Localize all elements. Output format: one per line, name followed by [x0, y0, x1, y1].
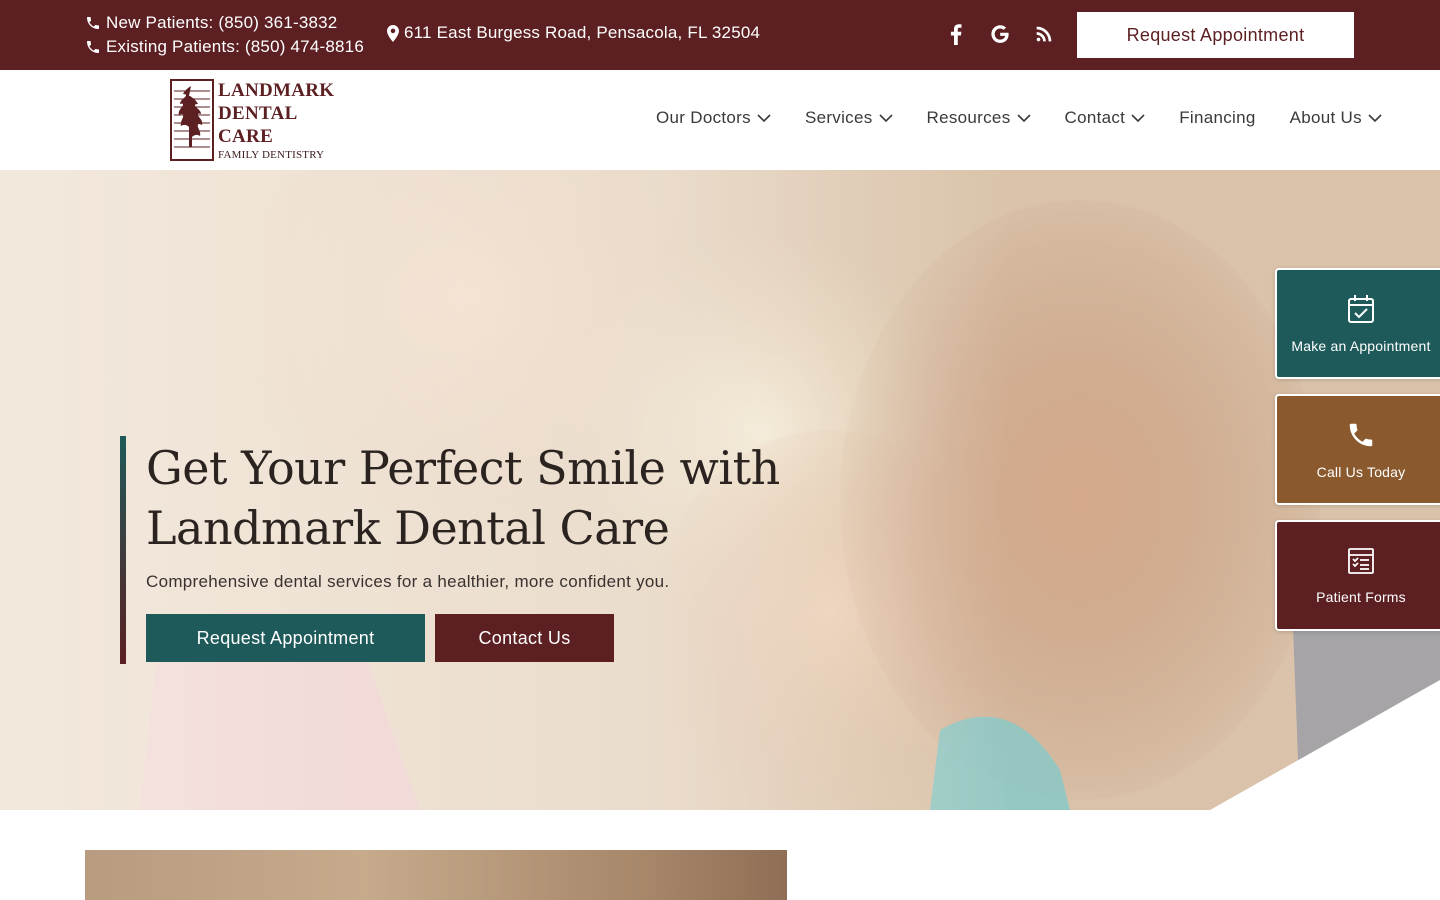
make-appointment-label: Make an Appointment	[1291, 337, 1431, 354]
nav-item-about-us[interactable]: About Us	[1290, 108, 1382, 128]
nav-item-label: Financing	[1179, 108, 1256, 127]
google-icon	[991, 25, 1009, 43]
nav-item-label: Contact	[1064, 108, 1126, 127]
below-hero-image	[85, 850, 787, 900]
nav-item-contact[interactable]: Contact	[1065, 108, 1146, 128]
make-appointment-tab[interactable]: Make an Appointment	[1275, 268, 1440, 379]
nav-item-label: About Us	[1289, 108, 1362, 127]
map-pin-icon	[387, 24, 399, 42]
logo-line-1: LANDMARK	[218, 80, 335, 101]
google-link[interactable]	[988, 22, 1012, 46]
logo-line-3: CARE	[218, 126, 274, 147]
chevron-down-icon	[1368, 113, 1382, 122]
phone-numbers: New Patients: (850) 361-3832 Existing Pa…	[85, 11, 364, 59]
call-us-tab[interactable]: Call Us Today	[1275, 394, 1440, 505]
phone-icon	[87, 41, 99, 53]
patient-forms-tab[interactable]: Patient Forms	[1275, 520, 1440, 631]
new-patients-text: New Patients: (850) 361-3832	[106, 13, 338, 32]
hero-content: Get Your Perfect Smile with Landmark Den…	[120, 436, 786, 664]
forms-icon	[1348, 547, 1374, 574]
nav-item-financing[interactable]: Financing	[1179, 108, 1255, 128]
hero-diagonal-cutout	[1210, 680, 1440, 810]
hero-request-appointment-button[interactable]: Request Appointment	[146, 614, 425, 662]
logo-wordmark: LANDMARK DENTAL CARE FAMILY DENTISTRY	[218, 79, 334, 162]
chevron-down-icon	[1016, 113, 1031, 122]
call-us-label: Call Us Today	[1316, 463, 1406, 480]
existing-patients-phone-link[interactable]: Existing Patients: (850) 474-8816	[85, 35, 364, 59]
blog-link[interactable]	[1032, 22, 1056, 46]
nav-item-label: Our Doctors	[656, 108, 751, 127]
chevron-down-icon	[1131, 113, 1145, 122]
phone-icon	[1349, 423, 1373, 446]
hero-section: Get Your Perfect Smile with Landmark Den…	[0, 170, 1440, 810]
phone-icon	[87, 17, 99, 29]
facebook-link[interactable]	[944, 22, 968, 46]
social-links	[944, 22, 1056, 46]
hero-title-line-1: Get Your Perfect Smile with	[146, 441, 780, 495]
new-patients-phone-link[interactable]: New Patients: (850) 361-3832	[85, 11, 364, 35]
hero-title-line-2: Landmark Dental Care	[146, 501, 670, 555]
logo-line-2: DENTAL	[218, 103, 298, 124]
chevron-down-icon	[878, 113, 893, 122]
nav-item-label: Resources	[926, 108, 1011, 127]
request-appointment-button[interactable]: Request Appointment	[1077, 12, 1354, 58]
main-nav: Our Doctors Services Resources Contact F…	[656, 108, 1382, 128]
floating-side-tabs: Make an Appointment Call Us Today Patien…	[1275, 268, 1440, 646]
address-text: 611 East Burgess Road, Pensacola, FL 325…	[404, 23, 761, 42]
nav-item-resources[interactable]: Resources	[927, 108, 1031, 128]
site-header: LANDMARK DENTAL CARE FAMILY DENTISTRY Ou…	[0, 70, 1440, 170]
hero-contact-us-button[interactable]: Contact Us	[435, 614, 614, 662]
nav-item-services[interactable]: Services	[805, 108, 893, 128]
hero-buttons: Request Appointment Contact Us	[146, 614, 786, 662]
tree-logo-icon	[170, 79, 214, 161]
calendar-check-icon	[1348, 294, 1374, 323]
patient-forms-label: Patient Forms	[1316, 588, 1406, 605]
hero-title: Get Your Perfect Smile with Landmark Den…	[146, 438, 786, 558]
top-bar: New Patients: (850) 361-3832 Existing Pa…	[0, 0, 1440, 70]
existing-patients-text: Existing Patients: (850) 474-8816	[106, 37, 364, 56]
hero-subtitle: Comprehensive dental services for a heal…	[146, 572, 670, 591]
nav-item-label: Services	[804, 108, 873, 127]
facebook-icon	[950, 23, 962, 45]
logo-tagline: FAMILY DENTISTRY	[218, 149, 325, 161]
site-logo[interactable]: LANDMARK DENTAL CARE FAMILY DENTISTRY	[170, 79, 334, 162]
blog-icon	[1036, 26, 1052, 42]
nav-item-our-doctors[interactable]: Our Doctors	[656, 108, 771, 128]
chevron-down-icon	[757, 113, 771, 122]
address-link[interactable]: 611 East Burgess Road, Pensacola, FL 325…	[387, 23, 760, 43]
